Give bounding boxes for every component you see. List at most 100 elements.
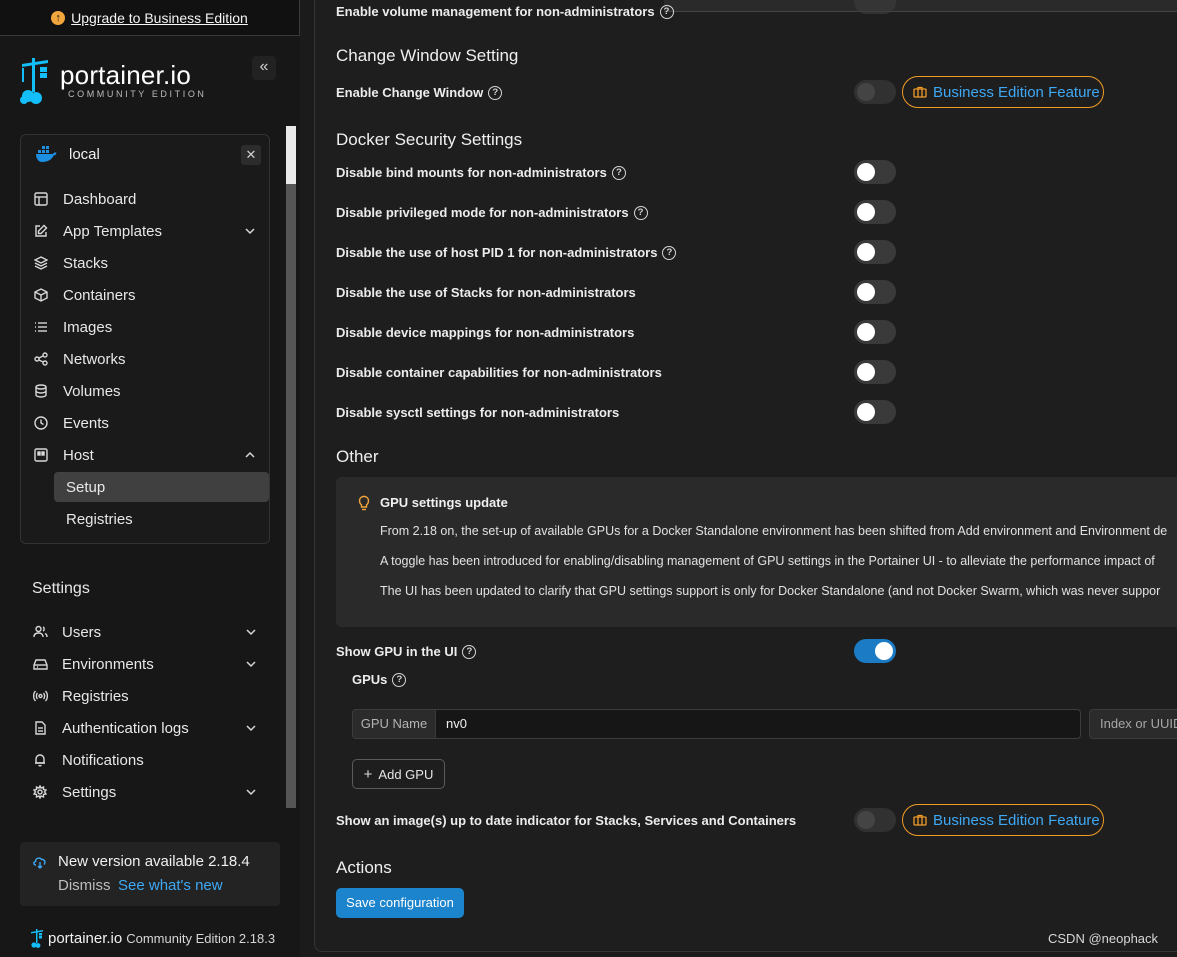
security-row-label: Disable device mappings for non-administ… [336, 325, 635, 340]
cloud-download-icon [33, 857, 46, 869]
sidebar-item-stacks[interactable]: Stacks [33, 248, 269, 278]
security-row-label: Disable the use of host PID 1 for non-ad… [336, 245, 677, 260]
sidebar-item-authentication-logs[interactable]: Authentication logs [32, 713, 262, 743]
image-indicator-toggle[interactable] [854, 808, 896, 832]
sidebar-item-label: App Templates [63, 222, 162, 240]
close-environment-button[interactable]: ✕ [241, 145, 261, 165]
upgrade-link[interactable]: Upgrade to Business Edition [71, 10, 248, 26]
change-window-toggle[interactable] [854, 80, 896, 104]
business-edition-badge[interactable]: Business Edition Feature [902, 804, 1104, 836]
top-overlay-bar [664, 0, 1177, 12]
sidebar-item-registries[interactable]: Registries [32, 681, 262, 711]
gpu-name-addon: GPU Name [352, 709, 436, 739]
security-row-label: Disable sysctl settings for non-administ… [336, 405, 620, 420]
sidebar-item-label: Events [63, 414, 109, 432]
other-title: Other [336, 447, 379, 466]
volume-management-toggle[interactable] [854, 0, 896, 14]
business-edition-badge[interactable]: Business Edition Feature [902, 76, 1104, 108]
sidebar-item-volumes[interactable]: Volumes [33, 376, 269, 406]
footer-edition: Community Edition 2.18.3 [126, 930, 276, 946]
security-row-label: Disable privileged mode for non-administ… [336, 205, 648, 220]
sidebar-item-environments[interactable]: Environments [32, 649, 262, 679]
sidebar-item-label: Authentication logs [62, 719, 189, 737]
help-icon[interactable]: ? [392, 672, 407, 687]
watermark: CSDN @neophack [1048, 931, 1159, 946]
scrollbar-track [286, 184, 296, 808]
help-icon[interactable]: ? [659, 4, 674, 19]
sidebar-subitem-label: Setup [66, 478, 106, 496]
gpu-name-input[interactable]: nv0 [435, 709, 1081, 739]
sidebar-item-events[interactable]: Events [33, 408, 269, 438]
briefcase-icon [913, 814, 927, 826]
hdd-icon [32, 656, 48, 672]
docker-icon [36, 146, 57, 162]
host-icon [33, 447, 49, 463]
scrollbar-thumb[interactable] [286, 126, 296, 184]
collapse-sidebar-button[interactable]: « [252, 56, 276, 80]
portainer-small-logo-icon [31, 929, 43, 948]
sidebar-item-dashboard[interactable]: Dashboard [33, 184, 269, 214]
sidebar-item-host[interactable]: Host [33, 440, 269, 470]
sidebar-item-notifications[interactable]: Notifications [32, 745, 262, 775]
sidebar-item-users[interactable]: Users [32, 617, 262, 647]
sidebar-item-settings[interactable]: Settings [32, 777, 262, 807]
sidebar-item-label: Images [63, 318, 113, 336]
help-icon[interactable]: ? [611, 165, 626, 180]
gpu-info-line: From 2.18 on, the set-up of available GP… [380, 524, 1168, 538]
disable-bind-mounts-toggle[interactable] [854, 160, 896, 184]
chevron-down-icon [245, 228, 255, 235]
lightbulb-icon [358, 495, 370, 511]
disable-device-mappings-toggle[interactable] [854, 320, 896, 344]
sidebar-item-images[interactable]: Images [33, 312, 269, 342]
gear-icon [32, 784, 48, 800]
sidebar-item-label: Registries [62, 687, 129, 705]
disable-privileged-mode-toggle[interactable] [854, 200, 896, 224]
disable-stacks-toggle[interactable] [854, 280, 896, 304]
security-row-label: Disable container capabilities for non-a… [336, 365, 662, 380]
sidebar-item-networks[interactable]: Networks [33, 344, 269, 374]
help-icon[interactable]: ? [488, 85, 503, 100]
chevron-down-icon [246, 629, 256, 636]
disable-host-pid-toggle[interactable] [854, 240, 896, 264]
sidebar-subitem-registries[interactable]: Registries [54, 504, 269, 534]
clock-icon [33, 415, 49, 431]
upgrade-banner: ↑ Upgrade to Business Edition [0, 0, 300, 36]
update-message: New version available 2.18.4 [58, 853, 250, 870]
help-icon[interactable]: ? [633, 205, 648, 220]
sidebar-subitem-setup[interactable]: Setup [54, 472, 269, 502]
radio-icon [32, 688, 48, 704]
add-gpu-button[interactable]: + Add GPU [352, 759, 445, 789]
briefcase-icon [913, 86, 927, 98]
logo-name: portainer.io [60, 60, 192, 90]
sidebar: ↑ Upgrade to Business Edition portainer.… [0, 0, 300, 957]
sidebar-item-label: Networks [63, 350, 126, 368]
environment-name: local [69, 145, 100, 163]
portainer-logo[interactable]: portainer.io COMMUNITY EDITION [18, 56, 207, 104]
portainer-crane-icon [20, 58, 48, 104]
docker-security-title: Docker Security Settings [336, 130, 523, 149]
disable-container-capabilities-toggle[interactable] [854, 360, 896, 384]
disable-sysctl-toggle[interactable] [854, 400, 896, 424]
chevron-up-icon [245, 451, 255, 458]
environment-header: local [35, 145, 100, 163]
help-icon[interactable]: ? [662, 245, 677, 260]
database-icon [33, 383, 49, 399]
help-icon[interactable]: ? [462, 644, 477, 659]
whats-new-link[interactable]: See what's new [118, 877, 223, 894]
security-row-label: Disable the use of Stacks for non-admini… [336, 285, 636, 300]
sidebar-item-app-templates[interactable]: App Templates [33, 216, 269, 246]
sidebar-subitem-label: Registries [66, 510, 133, 528]
footer-name: portainer.io [48, 929, 123, 947]
show-gpu-toggle[interactable] [854, 639, 896, 663]
share-icon [33, 351, 49, 367]
plus-icon: + [363, 765, 373, 783]
users-icon [32, 624, 48, 640]
sidebar-scrollbar[interactable] [286, 126, 296, 808]
gpu-index-input[interactable]: Index or UUID [1089, 709, 1177, 739]
sidebar-item-containers[interactable]: Containers [33, 280, 269, 310]
save-configuration-button[interactable]: Save configuration [336, 888, 464, 918]
bell-icon [32, 752, 48, 768]
dismiss-link[interactable]: Dismiss [58, 877, 111, 894]
gpu-info-line: The UI has been updated to clarify that … [380, 584, 1161, 598]
sidebar-item-label: Notifications [62, 751, 144, 769]
